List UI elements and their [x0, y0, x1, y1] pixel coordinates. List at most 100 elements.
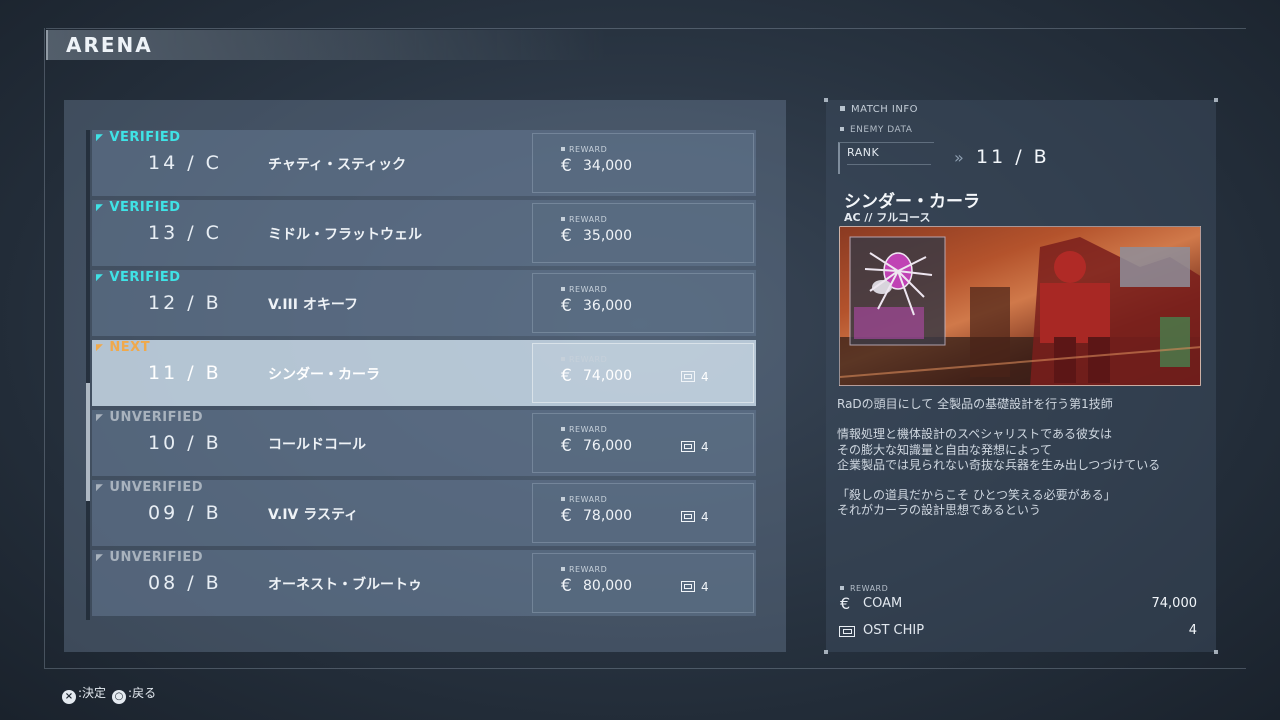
- frame-left-line: [44, 28, 45, 668]
- reward-amount: 36,000: [583, 298, 632, 314]
- status-badge: ◤ VERIFIED: [96, 130, 181, 145]
- panel-corner: [1214, 650, 1218, 654]
- row-rank: 08 / B: [148, 572, 222, 594]
- status-badge: ◤ VERIFIED: [96, 200, 181, 215]
- ost-chip-icon: [681, 371, 695, 382]
- currency-icon: €: [561, 226, 572, 246]
- triangle-icon: ◤: [96, 273, 104, 283]
- scrollbar-thumb[interactable]: [86, 383, 90, 501]
- reward-label: REWARD: [561, 425, 607, 434]
- frame-bottom-line: [44, 668, 1246, 669]
- reward-amount: 74,000: [583, 368, 632, 384]
- currency-icon: €: [561, 506, 572, 526]
- status-badge: ◤ VERIFIED: [96, 270, 181, 285]
- arena-row[interactable]: ◤ UNVERIFIED 09 / B V.IV ラスティ REWARD € 78…: [92, 480, 756, 546]
- enemy-description-line: 「殺しの道具だからこそ ひとつ笑える必要がある」: [837, 488, 1116, 502]
- coam-icon: €: [840, 594, 851, 613]
- reward-label: REWARD: [561, 145, 607, 154]
- ost-chip-reward: 4: [681, 370, 709, 384]
- reward-label: REWARD: [561, 355, 607, 364]
- row-rank: 09 / B: [148, 502, 222, 524]
- reward-section-label: REWARD: [840, 584, 888, 593]
- row-rank: 12 / B: [148, 292, 222, 314]
- reward-coam-value: 74,000: [1151, 596, 1198, 611]
- row-enemy-name: シンダー・カーラ: [268, 367, 380, 383]
- circle-button-icon[interactable]: ○: [112, 690, 127, 704]
- reward-ost-chip-value: 4: [1188, 623, 1197, 638]
- ost-chip-icon: [681, 511, 695, 522]
- frame-top-line: [46, 28, 1246, 29]
- ost-chip-icon: [681, 441, 695, 452]
- panel-corner: [824, 98, 828, 102]
- row-enemy-name: チャティ・スティック: [268, 157, 407, 173]
- triangle-icon: ◤: [96, 413, 104, 423]
- rank-label: RANK: [847, 146, 880, 159]
- reward-label: REWARD: [561, 565, 607, 574]
- currency-icon: €: [561, 296, 572, 316]
- enemy-description-line: その膨大な知識量と自由な発想によって: [837, 443, 1053, 457]
- reward-box: REWARD € 35,000: [532, 203, 754, 263]
- currency-icon: €: [561, 576, 572, 596]
- square-icon: [840, 586, 844, 590]
- reward-amount: 34,000: [583, 158, 632, 174]
- rank-deco-line: [847, 164, 931, 165]
- triangle-icon: ◤: [96, 343, 104, 353]
- reward-amount: 76,000: [583, 438, 632, 454]
- row-enemy-name: V.IV ラスティ: [268, 507, 359, 523]
- ost-chip-icon: [681, 581, 695, 592]
- reward-box: REWARD € 34,000: [532, 133, 754, 193]
- arena-row[interactable]: ◤ UNVERIFIED 10 / B コールドコール REWARD € 76,0…: [92, 410, 756, 476]
- arena-row-selected[interactable]: ◤ NEXT 11 / B シンダー・カーラ REWARD € 74,000 4: [92, 340, 756, 406]
- triangle-icon: ◤: [96, 483, 104, 493]
- double-chevron-icon: »: [954, 148, 964, 167]
- row-enemy-name: ミドル・フラットウェル: [268, 227, 422, 243]
- reward-box: REWARD € 76,000 4: [532, 413, 754, 473]
- panel-corner: [1214, 98, 1218, 102]
- arena-row[interactable]: ◤ UNVERIFIED 08 / B オーネスト・ブルートゥ REWARD € …: [92, 550, 756, 616]
- reward-box: REWARD € 80,000 4: [532, 553, 754, 613]
- square-icon: [840, 127, 844, 131]
- enemy-data-label: ENEMY DATA: [840, 125, 912, 135]
- enemy-subtitle: AC // フルコース: [844, 211, 931, 224]
- row-rank: 11 / B: [148, 362, 222, 384]
- enemy-description-line: RaDの頭目にして 全製品の基礎設計を行う第1技師: [837, 397, 1113, 411]
- status-badge: ◤ NEXT: [96, 340, 151, 355]
- reward-label: REWARD: [561, 215, 607, 224]
- arena-row[interactable]: ◤ VERIFIED 13 / C ミドル・フラットウェル REWARD € 35…: [92, 200, 756, 266]
- back-label: :戻る: [128, 686, 157, 700]
- match-info-label: MATCH INFO: [840, 104, 918, 115]
- arena-row[interactable]: ◤ VERIFIED 14 / C チャティ・スティック REWARD € 34,…: [92, 130, 756, 196]
- enemy-description-line: 情報処理と機体設計のスペシャリストである彼女は: [837, 427, 1113, 441]
- ost-chip-icon: [839, 626, 855, 637]
- reward-label: REWARD: [561, 285, 607, 294]
- triangle-icon: ◤: [96, 133, 104, 143]
- ost-chip-reward: 4: [681, 510, 709, 524]
- row-rank: 10 / B: [148, 432, 222, 454]
- currency-icon: €: [561, 366, 572, 386]
- cross-button-icon[interactable]: ×: [62, 690, 76, 704]
- square-icon: [840, 106, 845, 111]
- triangle-icon: ◤: [96, 553, 104, 563]
- row-enemy-name: コールドコール: [268, 437, 366, 453]
- triangle-icon: ◤: [96, 203, 104, 213]
- status-badge: ◤ UNVERIFIED: [96, 480, 204, 495]
- page-title: ARENA: [66, 33, 153, 57]
- reward-amount: 80,000: [583, 578, 632, 594]
- button-prompts: ×:決定 ○:戻る: [62, 684, 156, 704]
- enemy-description-line: 企業製品では見られない奇抜な兵器を生み出しつづけている: [837, 458, 1161, 472]
- status-badge: ◤ UNVERIFIED: [96, 550, 204, 565]
- reward-ost-chip-label: OST CHIP: [863, 623, 925, 638]
- row-enemy-name: V.III オキーフ: [268, 297, 359, 313]
- arena-row[interactable]: ◤ VERIFIED 12 / B V.III オキーフ REWARD € 36,…: [92, 270, 756, 336]
- reward-label: REWARD: [561, 495, 607, 504]
- reward-coam-label: COAM: [863, 596, 903, 611]
- row-rank: 14 / C: [148, 152, 222, 174]
- rank-value: 11 / B: [976, 146, 1050, 168]
- enemy-portrait-art: [840, 236, 1200, 385]
- scrollbar-track[interactable]: [86, 130, 90, 620]
- enemy-portrait-image: [839, 226, 1201, 386]
- currency-icon: €: [561, 436, 572, 456]
- ost-chip-reward: 4: [681, 440, 709, 454]
- panel-corner: [824, 650, 828, 654]
- reward-box: REWARD € 36,000: [532, 273, 754, 333]
